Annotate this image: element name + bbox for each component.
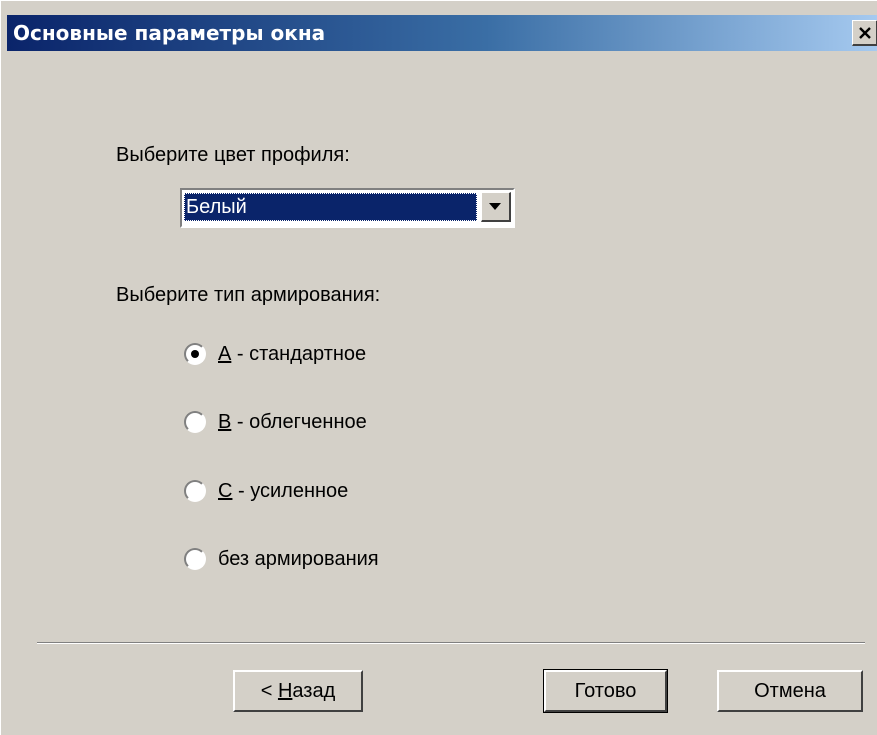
radio-label-b: В - облегченное (218, 410, 367, 433)
triangle-down-icon (489, 203, 501, 210)
radio-button-b[interactable] (184, 411, 206, 433)
finish-button-label: Готово (574, 679, 637, 702)
radio-option-a[interactable]: А - стандартное (184, 341, 366, 367)
radio-button-none[interactable] (184, 548, 206, 570)
finish-button[interactable]: Готово (543, 669, 668, 713)
radio-option-b[interactable]: В - облегченное (184, 409, 367, 435)
title-bar[interactable]: Основные параметры окна (7, 15, 877, 51)
cancel-button-label: Отмена (754, 679, 826, 702)
radio-option-none[interactable]: без армирования (184, 546, 379, 572)
footer-separator (37, 642, 865, 644)
radio-label-none: без армирования (218, 547, 379, 570)
radio-option-c[interactable]: С - усиленное (184, 478, 348, 504)
back-button-prefix: < (260, 679, 278, 702)
back-button-key: Н (277, 679, 293, 702)
dialog-window: Основные параметры окна Выберите цвет пр… (0, 0, 877, 735)
window-title: Основные параметры окна (13, 21, 326, 45)
radio-label-a: А - стандартное (218, 342, 367, 365)
back-button-label: азад (292, 679, 336, 702)
radio-label-c: С - усиленное (218, 479, 349, 502)
profile-color-selected: Белый (184, 193, 477, 221)
profile-color-label: Выберите цвет профиля: (116, 144, 350, 166)
cancel-button[interactable]: Отмена (717, 670, 863, 712)
radio-button-a[interactable] (184, 343, 206, 365)
close-icon (858, 26, 871, 39)
dropdown-button[interactable] (481, 192, 511, 222)
back-button[interactable]: < Назад (233, 670, 363, 712)
reinforcement-type-label: Выберите тип армирования: (116, 284, 381, 306)
radio-button-c[interactable] (184, 480, 206, 502)
profile-color-dropdown[interactable]: Белый (180, 188, 515, 228)
close-button[interactable] (852, 20, 877, 46)
